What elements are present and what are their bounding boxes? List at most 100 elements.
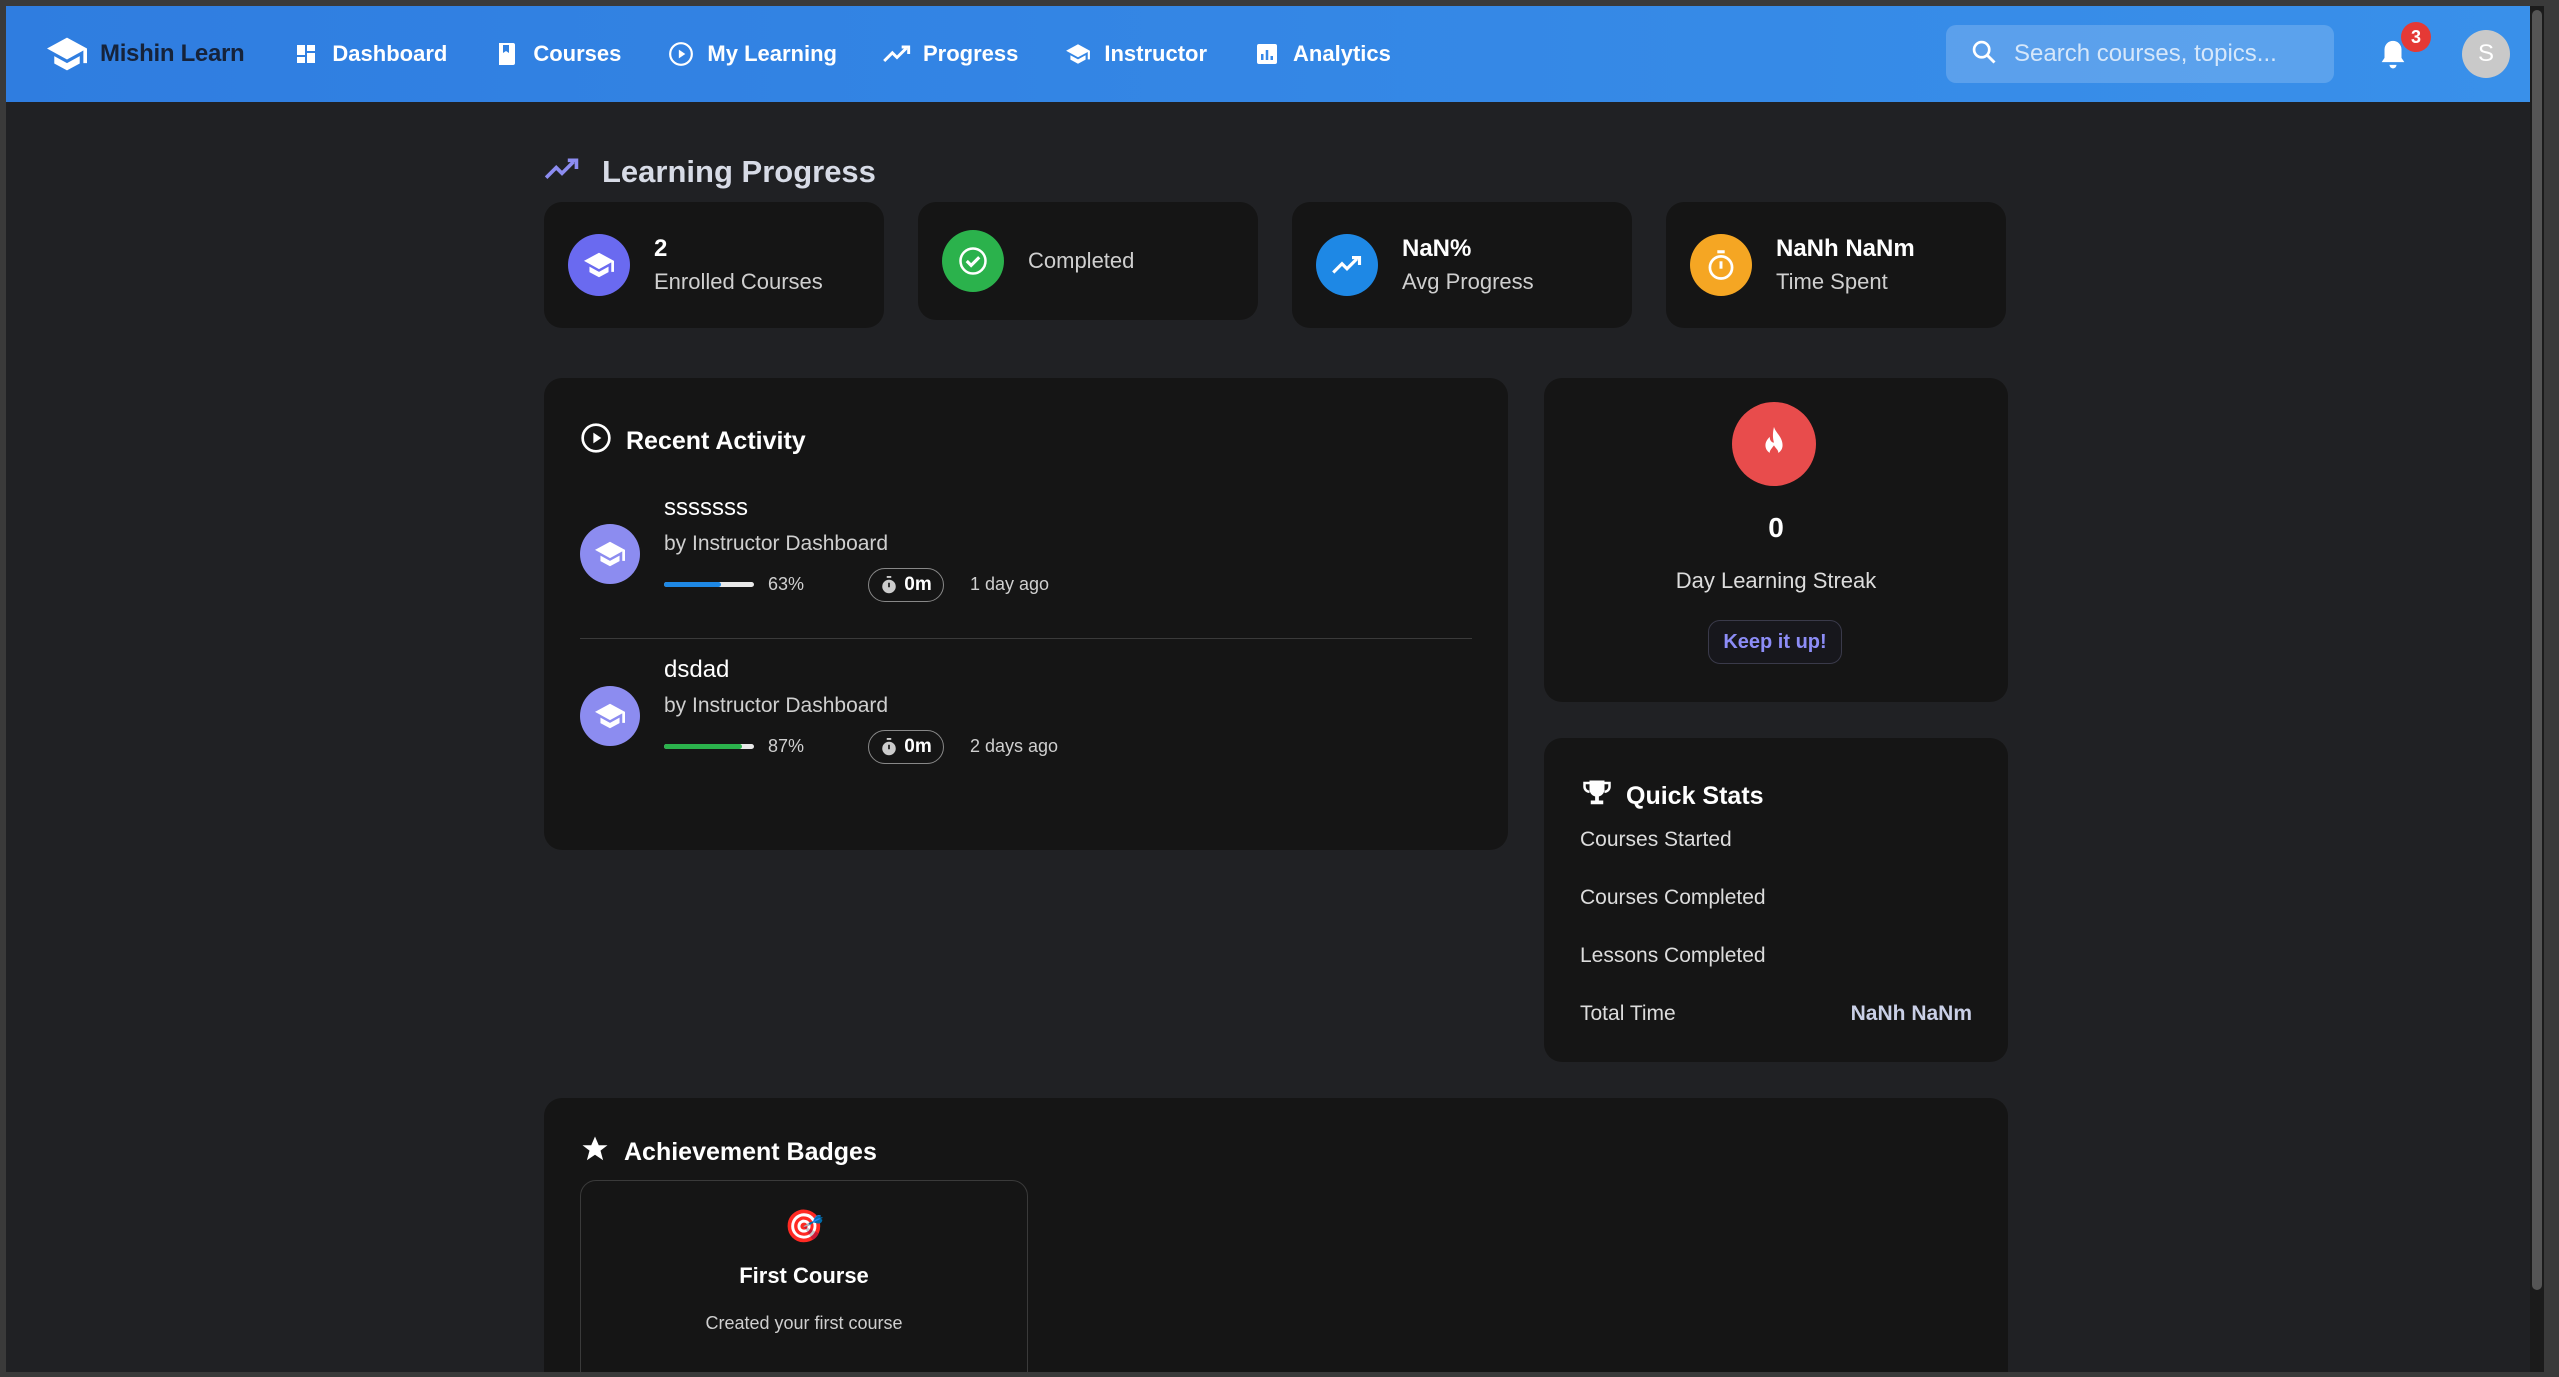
check-circle-icon [942,230,1004,292]
stat-label: Avg Progress [1402,269,1534,294]
progress-percent: 63% [768,574,805,594]
school-icon [1064,40,1092,68]
trophy-icon [1582,778,1612,815]
activity-title: dsdad [664,656,730,683]
timer-icon [882,576,897,594]
nav-label: Analytics [1293,41,1391,66]
fire-icon [1732,402,1816,486]
trending-up-icon [544,154,580,190]
search-bar[interactable] [1946,25,2334,83]
play-circle-icon [580,422,612,461]
stat-value: NaN% [1402,235,1472,262]
nav-item-my-learning[interactable]: My Learning [667,40,837,68]
nav-item-dashboard[interactable]: Dashboard [292,40,447,68]
activity-title: sssssss [664,494,748,521]
achievement-badge-card[interactable]: 🎯 First Course Created your first course [580,1180,1028,1372]
quick-stat-row: Courses Completed [1580,886,1972,910]
brand-logo[interactable]: Mishin Learn [44,31,245,77]
stat-value: NaNh NaNm [1776,235,1915,262]
stat-card-completed: Completed [918,202,1258,320]
activity-item[interactable]: sssssss by Instructor Dashboard 63% 0m 1… [580,494,1470,614]
book-icon [493,40,521,68]
quick-stat-value: NaNh NaNm [1850,1002,1972,1025]
target-icon: 🎯 [784,1208,824,1244]
panel-title: Quick Stats [1626,782,1764,810]
panel-title: Recent Activity [626,427,806,455]
panel-header: Achievement Badges [580,1134,877,1171]
badge-description: Created your first course [705,1313,903,1333]
activity-item[interactable]: dsdad by Instructor Dashboard 87% 0m 2 d… [580,656,1470,776]
nav-menu: Dashboard Courses My Learning Progress I… [292,40,1436,68]
activity-timestamp: 1 day ago [970,574,1050,594]
scrollbar-thumb[interactable] [2532,10,2542,1290]
time-value: 0m [904,574,932,595]
recent-activity-panel: Recent Activity sssssss by Instructor Da… [544,378,1508,850]
school-icon [44,31,90,77]
quick-stat-label: Courses Started [1580,828,1732,851]
page-title-text: Learning Progress [602,154,876,189]
streak-count: 0 [1768,512,1784,543]
quick-stat-row: Courses Started [1580,828,1972,852]
search-icon [1970,38,1998,71]
school-icon [568,234,630,296]
brand-name: Mishin Learn [100,40,245,67]
achievement-badges-panel: Achievement Badges 🎯 First Course Create… [544,1098,2008,1372]
trending-up-icon [883,40,911,68]
stat-label: Completed [1028,248,1135,273]
quick-stat-label: Total Time [1580,1002,1676,1025]
progress-bar-fill [664,744,743,749]
quick-stat-row: Total Time NaNh NaNm [1580,1002,1972,1026]
app-window: Mishin Learn Dashboard Courses My Learni… [6,6,2544,1372]
quick-stat-label: Courses Completed [1580,886,1766,909]
streak-panel: 0 Day Learning Streak Keep it up! [1544,378,2008,702]
school-icon [580,686,640,746]
time-chip: 0m [868,730,944,764]
nav-item-analytics[interactable]: Analytics [1253,40,1391,68]
stat-card-time-spent: NaNh NaNm Time Spent [1666,202,2006,328]
activity-timestamp: 2 days ago [970,736,1059,756]
progress-percent: 87% [768,736,805,756]
top-navbar: Mishin Learn Dashboard Courses My Learni… [6,6,2544,102]
time-value: 0m [904,736,932,757]
nav-item-instructor[interactable]: Instructor [1064,40,1207,68]
panel-header: Quick Stats [1582,778,1764,815]
progress-bar [664,582,754,587]
stat-label: Enrolled Courses [654,269,823,294]
timer-icon [1690,234,1752,296]
page-title: Learning Progress [544,154,876,190]
panel-title: Achievement Badges [624,1138,877,1166]
streak-label: Day Learning Streak [1675,568,1877,593]
activity-subtitle: by Instructor Dashboard [664,532,889,555]
nav-label: Courses [533,41,622,66]
quick-stat-row: Lessons Completed [1580,944,1972,968]
nav-label: Instructor [1104,41,1208,66]
progress-bar-fill [664,582,721,587]
stat-card-avg-progress: NaN% Avg Progress [1292,202,1632,328]
stat-value: 2 [654,235,668,262]
timer-icon [882,738,897,756]
nav-item-progress[interactable]: Progress [883,40,1018,68]
scrollbar[interactable] [2530,6,2544,1372]
school-icon [580,524,640,584]
dashboard-icon [292,40,320,68]
stat-label: Time Spent [1776,269,1888,294]
activity-subtitle: by Instructor Dashboard [664,694,889,717]
stat-card-enrolled: 2 Enrolled Courses [544,202,884,328]
nav-label: Progress [922,41,1019,66]
nav-label: Dashboard [332,41,448,66]
quick-stat-label: Lessons Completed [1580,944,1766,967]
search-input[interactable] [2014,40,2314,68]
divider [580,638,1472,639]
nav-item-courses[interactable]: Courses [493,40,621,68]
star-icon [580,1134,610,1171]
panel-header: Recent Activity [580,422,806,461]
analytics-icon [1253,40,1281,68]
progress-bar [664,744,754,749]
time-chip: 0m [868,568,944,602]
badge-title: First Course [739,1263,869,1288]
avatar[interactable]: S [2462,30,2510,78]
trending-up-icon [1316,234,1378,296]
keep-it-up-button[interactable]: Keep it up! [1708,620,1842,664]
quick-stats-panel: Quick Stats Courses Started Courses Comp… [1544,738,2008,1062]
nav-label: My Learning [707,41,837,66]
